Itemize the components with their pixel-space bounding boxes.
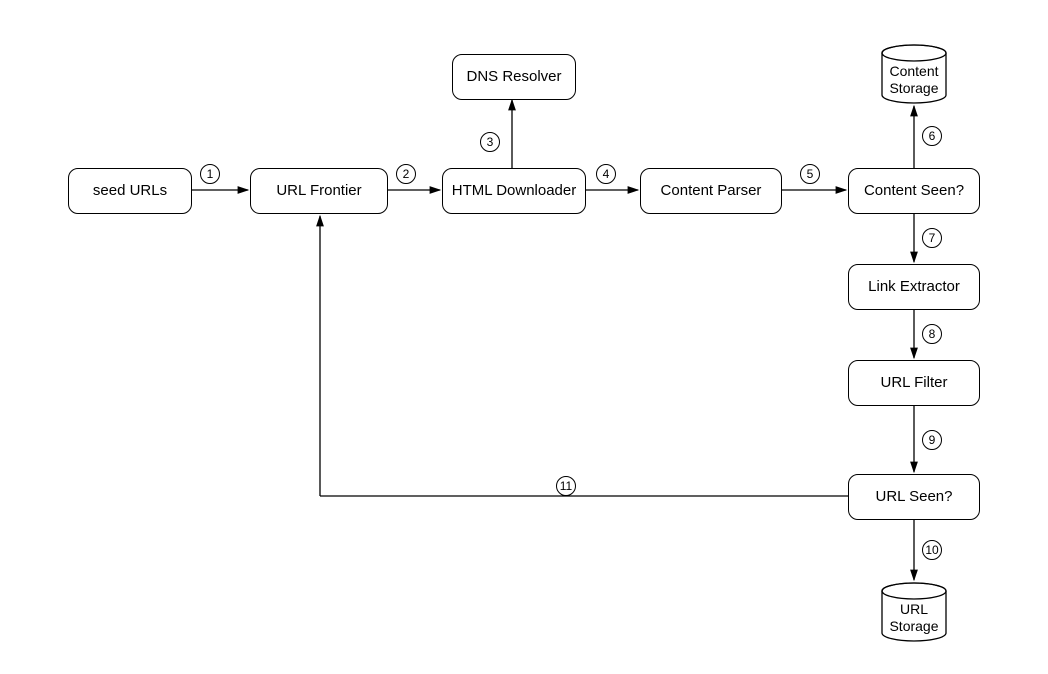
edge-label: 9 xyxy=(929,433,936,447)
edge-badge-11: 11 xyxy=(556,476,576,496)
edge-badge-3: 3 xyxy=(480,132,500,152)
node-link-extractor: Link Extractor xyxy=(848,264,980,310)
edge-label: 7 xyxy=(929,231,936,245)
edge-badge-4: 4 xyxy=(596,164,616,184)
node-content-seen: Content Seen? xyxy=(848,168,980,214)
node-url-filter: URL Filter xyxy=(848,360,980,406)
node-html-downloader: HTML Downloader xyxy=(442,168,586,214)
node-url-seen: URL Seen? xyxy=(848,474,980,520)
edge-label: 8 xyxy=(929,327,936,341)
edge-label: 4 xyxy=(603,167,610,181)
edge-badge-1: 1 xyxy=(200,164,220,184)
node-label: URL Seen? xyxy=(876,488,953,506)
edge-badge-7: 7 xyxy=(922,228,942,248)
node-label: URL Filter xyxy=(881,374,948,392)
node-label: URL Storage xyxy=(889,601,938,635)
diagram-canvas: seed URLs URL Frontier HTML Downloader D… xyxy=(0,0,1048,674)
node-label: HTML Downloader xyxy=(452,182,577,200)
edge-badge-9: 9 xyxy=(922,430,942,450)
edge-label: 3 xyxy=(487,135,494,149)
node-label: seed URLs xyxy=(93,182,167,200)
node-dns-resolver: DNS Resolver xyxy=(452,54,576,100)
edge-badge-10: 10 xyxy=(922,540,942,560)
node-label: Content Parser xyxy=(661,182,762,200)
edge-badge-6: 6 xyxy=(922,126,942,146)
edge-badge-8: 8 xyxy=(922,324,942,344)
edge-label: 1 xyxy=(207,167,214,181)
node-label: Link Extractor xyxy=(868,278,960,296)
node-url-frontier: URL Frontier xyxy=(250,168,388,214)
edge-label: 11 xyxy=(560,479,572,493)
edge-label: 10 xyxy=(925,543,938,557)
node-label: Content Storage xyxy=(889,63,938,97)
edge-label: 2 xyxy=(403,167,410,181)
edge-badge-5: 5 xyxy=(800,164,820,184)
node-label: DNS Resolver xyxy=(466,68,561,86)
node-url-storage: URL Storage xyxy=(880,582,948,642)
edge-badge-2: 2 xyxy=(396,164,416,184)
node-seed-urls: seed URLs xyxy=(68,168,192,214)
node-label: URL Frontier xyxy=(276,182,361,200)
node-content-parser: Content Parser xyxy=(640,168,782,214)
node-content-storage: Content Storage xyxy=(880,44,948,104)
edge-label: 5 xyxy=(807,167,814,181)
node-label: Content Seen? xyxy=(864,182,964,200)
edge-label: 6 xyxy=(929,129,936,143)
